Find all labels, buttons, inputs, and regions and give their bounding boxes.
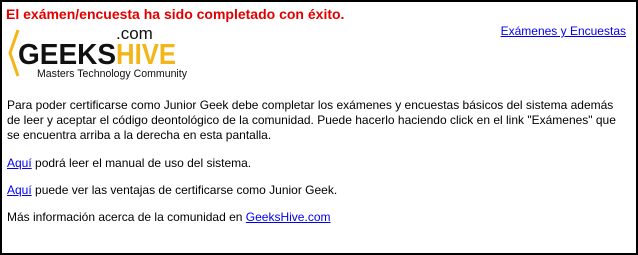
- exams-surveys-link[interactable]: Exámenes y Encuestas: [501, 24, 626, 38]
- logo-tagline: Masters Technology Community: [37, 68, 187, 80]
- geekshive-logo-graphic: .com GEEKS HIVE Masters Technology Commu…: [8, 26, 187, 80]
- advantages-text: puede ver las ventajas de certificarse c…: [31, 183, 338, 197]
- logo-hive-text: HIVE: [116, 39, 176, 71]
- intro-paragraph: Para poder certificarse como Junior Geek…: [7, 98, 616, 142]
- manual-text: podrá leer el manual de uso del sistema.: [31, 156, 252, 170]
- advantages-link[interactable]: Aquí: [7, 183, 32, 197]
- more-info-paragraph: Más información acerca de la comunidad e…: [7, 210, 627, 225]
- page-frame: El exámen/encuesta ha sido completado co…: [0, 0, 638, 255]
- manual-link[interactable]: Aquí: [7, 156, 32, 170]
- geekshive-link[interactable]: GeeksHive.com: [246, 210, 331, 224]
- main-content: Para poder certificarse como Junior Geek…: [7, 98, 627, 237]
- manual-paragraph: Aquí podrá leer el manual de uso del sis…: [7, 156, 627, 171]
- hexagon-bracket-left-icon: [8, 29, 20, 77]
- status-message: El exámen/encuesta ha sido completado co…: [6, 6, 345, 22]
- advantages-paragraph: Aquí puede ver las ventajas de certifica…: [7, 183, 627, 198]
- more-info-text: Más información acerca de la comunidad e…: [7, 210, 246, 224]
- logo-geeks-text: GEEKS: [18, 39, 116, 71]
- geekshive-logo: .com GEEKS HIVE Masters Technology Commu…: [6, 26, 206, 82]
